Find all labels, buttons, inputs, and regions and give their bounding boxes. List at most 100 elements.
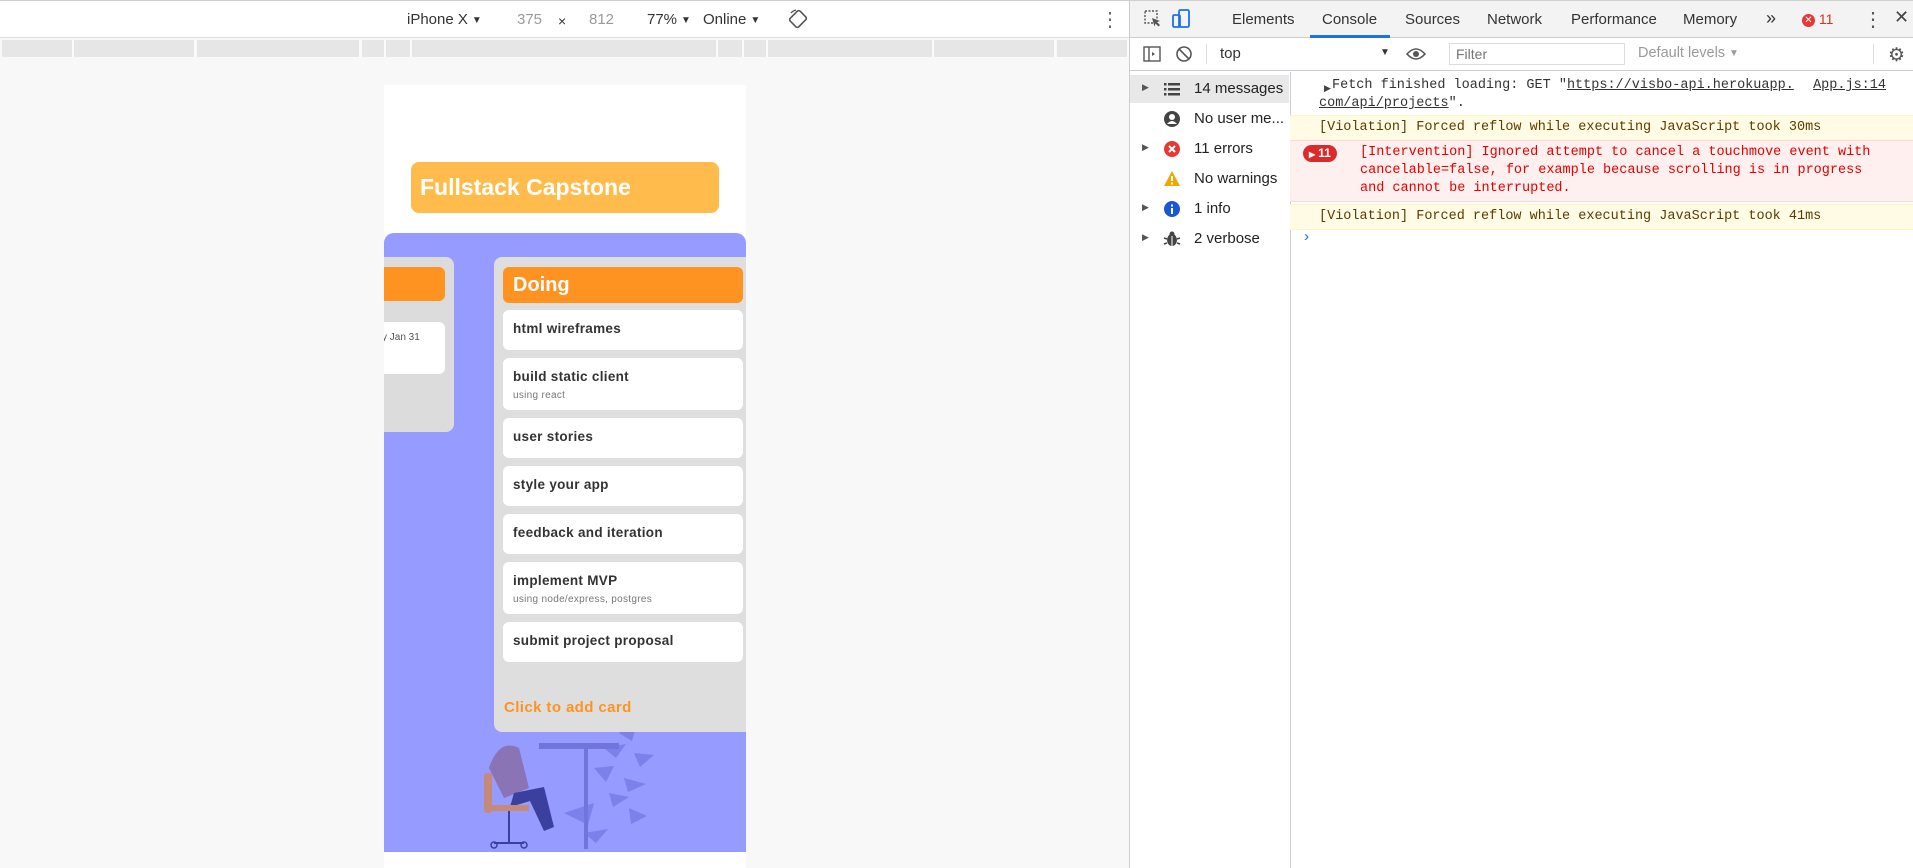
sidebar-item-label: No user me... xyxy=(1194,110,1285,127)
settings-gear-icon[interactable]: ⚙ xyxy=(1888,44,1905,67)
devtools-panel: Elements Console Sources Network Perform… xyxy=(1129,0,1913,868)
card[interactable]: feedback and iteration xyxy=(503,514,743,554)
inspect-element-icon[interactable] xyxy=(1143,9,1163,33)
sidebar-item-label: 2 verbose xyxy=(1194,230,1260,247)
tab-elements[interactable]: Elements xyxy=(1232,11,1295,28)
device-toolbar: iPhone X ▼ 375 × 812 77% ▼ Online ▼ ⋮ xyxy=(0,0,1129,38)
more-tabs-button[interactable]: » xyxy=(1766,8,1776,29)
zoom-value: 77% xyxy=(647,11,678,28)
sidebar-item-verbose[interactable]: ▶ 2 verbose xyxy=(1130,225,1289,253)
toolbar-divider xyxy=(1206,44,1207,64)
chevron-down-icon: ▼ xyxy=(1380,47,1390,58)
device-width-input[interactable]: 375 xyxy=(517,11,542,28)
sidebar-item-errors[interactable]: ▶ 11 errors xyxy=(1130,135,1289,163)
card[interactable]: implement MVP using node/express, postgr… xyxy=(503,562,743,614)
tab-memory[interactable]: Memory xyxy=(1683,11,1737,28)
toolbar-divider xyxy=(1873,44,1874,64)
ruler-segment[interactable] xyxy=(74,40,196,57)
repeat-count-badge[interactable]: ▶ 11 xyxy=(1303,145,1337,162)
device-toolbar-toggle-icon[interactable] xyxy=(1170,8,1192,34)
add-card-button[interactable]: Click to add card xyxy=(504,699,632,716)
card[interactable]: submit project proposal xyxy=(503,622,743,662)
console-message-fetch[interactable]: ▶ Fetch finished loading: GET "https://v… xyxy=(1290,74,1913,114)
ruler-segment[interactable] xyxy=(934,40,1056,57)
console-prompt[interactable]: › xyxy=(1302,229,1311,246)
devtools-menu-icon[interactable]: ⋮ xyxy=(1863,7,1883,32)
app-title: Fullstack Capstone xyxy=(411,162,719,213)
card[interactable]: style your app xyxy=(503,466,743,506)
sidebar-item-info[interactable]: ▶ 1 info xyxy=(1130,195,1289,223)
intervention-line-2: cancelable=false, for example because sc… xyxy=(1360,163,1863,178)
fetch-url-cont[interactable]: com/api/projects xyxy=(1319,96,1449,111)
badge-count: 11 xyxy=(1318,146,1331,160)
card-title: user stories xyxy=(513,429,594,444)
sidebar-item-label: 11 errors xyxy=(1194,140,1253,157)
card-title: html wireframes xyxy=(513,321,622,336)
ruler-segment[interactable] xyxy=(412,40,718,57)
ruler-segment[interactable] xyxy=(197,40,361,57)
sidebar-item-warnings[interactable]: No warnings xyxy=(1130,165,1289,193)
partial-card-meta: y Jan 31 xyxy=(384,332,420,343)
chevron-down-icon: ▼ xyxy=(471,15,482,26)
sidebar-item-label: 1 info xyxy=(1194,200,1231,217)
context-select[interactable]: top ▼ xyxy=(1220,45,1390,62)
filter-input[interactable] xyxy=(1449,43,1625,65)
log-levels-select[interactable]: Default levels ▼ xyxy=(1638,45,1739,61)
tab-console[interactable]: Console xyxy=(1322,11,1377,28)
card-subtitle: using react xyxy=(513,390,566,401)
ruler-segment[interactable] xyxy=(744,40,768,57)
error-count-button[interactable]: ✕ 11 xyxy=(1802,11,1833,27)
fetch-url[interactable]: https://visbo-api.herokuapp. xyxy=(1567,78,1794,93)
card[interactable]: html wireframes xyxy=(503,310,743,350)
eye-icon[interactable] xyxy=(1405,46,1427,66)
partial-list: y Jan 31 xyxy=(384,257,454,432)
device-select[interactable]: iPhone X ▼ xyxy=(407,11,482,28)
phone-viewport: Fullstack Capstone y Jan 31 Doing html w… xyxy=(384,85,746,868)
console-message-violation[interactable]: [Violation] Forced reflow while executin… xyxy=(1290,204,1913,230)
ruler-segment[interactable] xyxy=(386,40,412,57)
rotate-icon[interactable] xyxy=(788,9,808,33)
expand-triangle-icon[interactable]: ▶ xyxy=(1142,202,1149,213)
intervention-line-1: [Intervention] Ignored attempt to cancel… xyxy=(1360,145,1871,160)
sidebar-item-messages[interactable]: ▶ 14 messages xyxy=(1130,75,1289,103)
expand-triangle-icon[interactable]: ▶ xyxy=(1142,232,1149,243)
zoom-select[interactable]: 77% ▼ xyxy=(647,11,691,28)
console-message-intervention[interactable]: ▶ 11 [Intervention] Ignored attempt to ca… xyxy=(1290,140,1913,202)
ruler-segment[interactable] xyxy=(1057,40,1129,57)
fetch-suffix: ". xyxy=(1448,96,1465,111)
card[interactable]: user stories xyxy=(503,418,743,458)
clear-console-icon[interactable] xyxy=(1175,45,1193,67)
expand-triangle-icon[interactable]: ▶ xyxy=(1142,142,1149,153)
card[interactable]: build static client using react xyxy=(503,358,743,410)
expand-triangle-icon[interactable]: ▶ xyxy=(1142,82,1149,93)
device-height-input[interactable]: 812 xyxy=(589,11,614,28)
ruler-segment[interactable] xyxy=(362,40,386,57)
list-doing: Doing html wireframes build static clien… xyxy=(494,257,746,732)
tab-sources[interactable]: Sources xyxy=(1405,11,1460,28)
partial-card[interactable] xyxy=(384,322,445,374)
user-icon xyxy=(1163,110,1181,128)
sidebar-item-label: 14 messages xyxy=(1194,80,1284,97)
console-message-violation[interactable]: [Violation] Forced reflow while executin… xyxy=(1290,115,1913,141)
tab-performance[interactable]: Performance xyxy=(1571,11,1657,28)
network-throttle-select[interactable]: Online ▼ xyxy=(703,11,760,28)
expand-triangle-icon[interactable]: ▶ xyxy=(1324,80,1331,98)
ruler-segment[interactable] xyxy=(718,40,744,57)
network-value: Online xyxy=(703,11,747,28)
partial-list-header[interactable] xyxy=(384,267,445,301)
sidebar-item-user-messages[interactable]: No user me... xyxy=(1130,105,1289,133)
close-icon[interactable]: ✕ xyxy=(1894,7,1909,28)
list-title[interactable]: Doing xyxy=(503,267,743,303)
tab-network[interactable]: Network xyxy=(1487,11,1542,28)
source-link[interactable]: App.js:14 xyxy=(1813,77,1886,95)
ruler-segment[interactable] xyxy=(2,40,74,57)
ruler-segment[interactable] xyxy=(768,40,934,57)
sidebar-toggle-icon[interactable] xyxy=(1143,45,1161,67)
intervention-line-3: and cannot be interrupted. xyxy=(1360,181,1571,196)
fetch-prefix: Fetch finished loading: GET " xyxy=(1332,78,1567,93)
card-title: implement MVP xyxy=(513,573,618,588)
chevron-down-icon: ▼ xyxy=(1729,48,1739,59)
expand-triangle-icon: ▶ xyxy=(1309,150,1316,159)
more-options-icon[interactable]: ⋮ xyxy=(1100,7,1120,32)
list-icon xyxy=(1163,80,1181,98)
